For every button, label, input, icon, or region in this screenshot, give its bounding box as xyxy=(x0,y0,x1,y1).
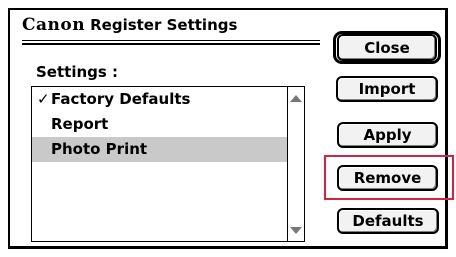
scroll-down-arrow-icon[interactable] xyxy=(288,221,304,239)
list-item-photo-print[interactable]: Photo Print xyxy=(32,137,287,162)
list-item-label: Report xyxy=(51,115,109,133)
apply-button[interactable]: Apply xyxy=(337,122,438,148)
list-item-label: Factory Defaults xyxy=(51,90,191,108)
list-item-factory-defaults[interactable]: ✓Factory Defaults xyxy=(32,87,287,112)
canon-logo: Canon xyxy=(22,15,86,35)
list-scrollbar[interactable] xyxy=(287,87,304,241)
list-item-report[interactable]: Report xyxy=(32,112,287,137)
import-button[interactable]: Import xyxy=(336,76,438,102)
list-item-label: Photo Print xyxy=(51,140,148,158)
checkmark-icon: ✓ xyxy=(37,90,50,108)
close-button[interactable]: Close xyxy=(337,34,437,61)
settings-label: Settings : xyxy=(36,63,119,81)
settings-list[interactable]: ✓Factory Defaults Report Photo Print xyxy=(31,86,305,242)
dialog-title-text: Register Settings xyxy=(90,16,238,34)
defaults-button[interactable]: Defaults xyxy=(337,208,439,234)
remove-button-highlight-frame xyxy=(324,155,454,200)
settings-list-items: ✓Factory Defaults Report Photo Print xyxy=(32,87,287,241)
scroll-up-arrow-icon[interactable] xyxy=(288,89,304,107)
dialog-title: Canon Register Settings xyxy=(22,15,342,39)
title-divider-lower xyxy=(22,44,320,45)
